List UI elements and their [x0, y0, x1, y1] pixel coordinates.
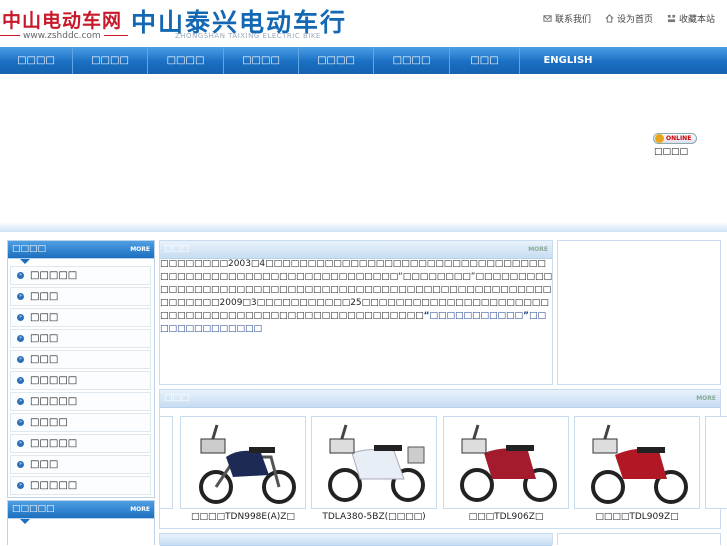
nav-item-6[interactable]: □□□□	[374, 47, 450, 74]
qq-penguin-icon	[655, 134, 664, 143]
product-label-1[interactable]: □□□□TDN998E(A)Z□	[180, 512, 306, 522]
bullet-icon: »	[17, 440, 24, 447]
bullet-icon: »	[17, 377, 24, 384]
category-item-8[interactable]: » □□□□	[10, 413, 151, 432]
bullet-icon: »	[17, 356, 24, 363]
favorites-icon	[667, 14, 676, 23]
logo-main-subtitle: ZHONGSHAN TAIXING ELECTRIC BIKE	[175, 32, 321, 40]
intro-text: □□□□□□□□2003□4□□□□□□□□□□□□□□□□□□□□□□□□□□…	[160, 258, 552, 336]
category-label: □□□□□	[30, 438, 78, 449]
banner-fade	[0, 222, 727, 232]
bullet-icon: »	[17, 293, 24, 300]
product-card-partial-right[interactable]	[705, 416, 727, 509]
category-label: □□□□□	[30, 375, 78, 386]
bottom-panel-left	[159, 533, 553, 546]
category-more-link[interactable]: MORE	[130, 246, 150, 253]
nav-item-3[interactable]: □□□□	[148, 47, 224, 74]
product-card-partial-left[interactable]	[160, 416, 173, 509]
main-nav: □□□□ □□□□ □□□□ □□□□ □□□□ □□□□ □□□ ENGLIS…	[0, 47, 727, 74]
bottom-panel-right	[557, 533, 721, 545]
product-image[interactable]	[181, 417, 305, 508]
category-item-6[interactable]: » □□□□□	[10, 371, 151, 390]
nav-item-1[interactable]: □□□□	[0, 47, 73, 74]
online-service-label: □□□□	[654, 147, 689, 157]
right-panel	[557, 240, 721, 385]
category-item-1[interactable]: » □□□□□	[10, 266, 151, 285]
product-label-4[interactable]: □□□□TDL909Z□	[574, 512, 700, 522]
products-panel-header: □□□ MORE	[160, 390, 720, 408]
bullet-icon: »	[17, 461, 24, 468]
products-panel-title: □□□	[164, 393, 190, 403]
category-item-2[interactable]: » □□□	[10, 287, 151, 306]
contact-link[interactable]: 联系我们	[543, 12, 591, 25]
category-label: □□□□	[30, 417, 68, 428]
nav-item-4[interactable]: □□□□	[224, 47, 299, 74]
category-label: □□□	[30, 312, 59, 323]
bullet-icon: »	[17, 419, 24, 426]
bullet-icon: »	[17, 482, 24, 489]
set-homepage-link[interactable]: 设为首页	[605, 12, 653, 25]
top-links: 联系我们 设为首页 收藏本站	[543, 12, 715, 25]
product-card-2[interactable]	[311, 416, 437, 509]
category-item-9[interactable]: » □□□□□	[10, 434, 151, 453]
bookmark-label: 收藏本站	[678, 15, 715, 25]
product-card-1[interactable]	[180, 416, 306, 509]
product-image[interactable]	[312, 417, 436, 508]
products-more-link[interactable]: MORE	[696, 395, 716, 402]
second-side-panel: □□□□□ MORE	[7, 500, 155, 545]
nav-item-7[interactable]: □□□	[450, 47, 520, 74]
banner-area	[0, 74, 727, 232]
qq-online-button[interactable]: ONLINE	[653, 133, 697, 144]
category-item-10[interactable]: » □□□	[10, 455, 151, 474]
category-label: □□□	[30, 291, 59, 302]
product-image[interactable]	[575, 417, 699, 508]
product-card-4[interactable]	[574, 416, 700, 509]
product-label-3[interactable]: □□□TDL906Z□	[443, 512, 569, 522]
category-label: □□□□□	[30, 480, 78, 491]
category-item-7[interactable]: » □□□□□	[10, 392, 151, 411]
category-label: □□□	[30, 354, 59, 365]
logo-left-url: www.zshddc.com	[20, 31, 104, 41]
category-panel-title: □□□□	[12, 244, 47, 254]
site-logo-main[interactable]: 中山泰兴电动车行 ZHONGSHAN TAIXING ELECTRIC BIKE	[131, 3, 347, 40]
nav-item-5[interactable]: □□□□	[299, 47, 374, 74]
second-panel-title: □□□□□	[12, 504, 55, 514]
category-label: □□□	[30, 459, 59, 470]
category-item-4[interactable]: » □□□	[10, 329, 151, 348]
contact-link-label: 联系我们	[554, 15, 591, 25]
mail-icon	[543, 15, 552, 22]
header-tab-arrow	[20, 519, 30, 524]
bullet-icon: »	[17, 314, 24, 321]
bullet-icon: »	[17, 335, 24, 342]
product-card-3[interactable]	[443, 416, 569, 509]
category-label: □□□	[30, 333, 59, 344]
category-label: □□□□□	[30, 270, 78, 281]
nav-item-english[interactable]: ENGLISH	[520, 47, 616, 74]
home-icon	[605, 14, 614, 23]
category-label: □□□□□	[30, 396, 78, 407]
product-image[interactable]	[444, 417, 568, 508]
logo-left-title: 中山电动车网	[2, 10, 123, 32]
second-panel-header: □□□□□ MORE	[8, 501, 154, 524]
category-item-5[interactable]: » □□□	[10, 350, 151, 369]
second-more-link[interactable]: MORE	[130, 506, 150, 513]
intro-panel-title: □□□	[164, 244, 190, 254]
intro-panel-header: □□□ MORE	[160, 241, 552, 259]
product-label-2[interactable]: TDLA380-5BZ(□□□□)	[311, 512, 437, 522]
bookmark-link[interactable]: 收藏本站	[667, 12, 715, 25]
site-header: 中山电动车网 www.zshddc.com 中山泰兴电动车行 ZHONGSHAN…	[0, 0, 727, 47]
online-badge-text: ONLINE	[666, 135, 692, 142]
bullet-icon: »	[17, 398, 24, 405]
category-item-3[interactable]: » □□□	[10, 308, 151, 327]
category-item-11[interactable]: » □□□□□	[10, 476, 151, 495]
header-tab-arrow	[20, 259, 30, 264]
bullet-icon: »	[17, 272, 24, 279]
category-panel-header: □□□□ MORE	[8, 241, 154, 264]
site-logo-left[interactable]: 中山电动车网 www.zshddc.com	[0, 4, 128, 44]
set-homepage-label: 设为首页	[616, 15, 653, 25]
intro-more-link[interactable]: MORE	[528, 246, 548, 253]
bottom-panel-left-header	[160, 534, 552, 546]
nav-item-2[interactable]: □□□□	[73, 47, 148, 74]
